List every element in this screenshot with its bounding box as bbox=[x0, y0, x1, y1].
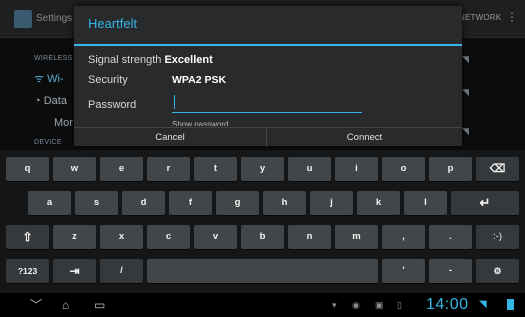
key-n[interactable]: n bbox=[288, 225, 331, 249]
key-j[interactable]: j bbox=[310, 191, 353, 215]
text-cursor bbox=[174, 95, 175, 109]
notification-icon: ▾ bbox=[332, 300, 337, 310]
apostrophe-key[interactable]: ' bbox=[382, 259, 425, 283]
key-f[interactable]: f bbox=[169, 191, 212, 215]
security-value: WPA2 PSK bbox=[172, 74, 227, 86]
spacebar[interactable] bbox=[147, 259, 378, 283]
signal-strength-value: Excellent bbox=[164, 54, 213, 66]
tab-key[interactable]: ⇥ bbox=[53, 259, 96, 283]
key-a[interactable]: a bbox=[28, 191, 71, 215]
key-comma[interactable]: , bbox=[382, 225, 425, 249]
data-usage-icon: ◔ bbox=[34, 95, 44, 107]
key-d[interactable]: d bbox=[122, 191, 165, 215]
battery-icon bbox=[507, 299, 514, 310]
key-k[interactable]: k bbox=[357, 191, 400, 215]
key-i[interactable]: i bbox=[335, 157, 378, 181]
hyphen-key[interactable]: - bbox=[429, 259, 472, 283]
status-icon: ◉ bbox=[352, 300, 360, 310]
settings-item-wifi-label: Wi- bbox=[47, 73, 64, 85]
network-tab-label[interactable]: NETWORK bbox=[459, 13, 501, 22]
settings-app-icon[interactable] bbox=[14, 10, 32, 28]
dialog-title: Heartfelt bbox=[88, 16, 138, 31]
soft-keyboard: q w e r t y u i o p ⌫ a s d f g h j k l … bbox=[0, 150, 525, 293]
overflow-menu-icon[interactable]: ⋮ bbox=[506, 10, 518, 24]
download-notification-icon: ▯ bbox=[397, 300, 402, 310]
recents-icon[interactable]: ▭ bbox=[94, 298, 105, 312]
dialog-title-divider bbox=[74, 44, 462, 46]
signal-strength-label: Signal strength bbox=[88, 54, 162, 66]
enter-key[interactable]: ↵ bbox=[451, 191, 519, 215]
key-s[interactable]: s bbox=[75, 191, 118, 215]
keyboard-settings-key[interactable]: ⚙ bbox=[476, 259, 519, 283]
image-notification-icon: ▣ bbox=[375, 300, 384, 310]
settings-title: Settings bbox=[36, 13, 73, 24]
key-g[interactable]: g bbox=[216, 191, 259, 215]
key-m[interactable]: m bbox=[335, 225, 378, 249]
settings-item-data-label: Data bbox=[43, 95, 67, 107]
wifi-status-icon: ◥ bbox=[479, 299, 487, 310]
key-q[interactable]: q bbox=[6, 157, 49, 181]
clock[interactable]: 14:00 bbox=[426, 296, 469, 314]
key-h[interactable]: h bbox=[263, 191, 306, 215]
security-label: Security bbox=[88, 74, 128, 86]
network-signal-icon[interactable]: ◥ bbox=[462, 87, 469, 98]
show-password-checkbox[interactable]: Show password bbox=[172, 120, 228, 126]
key-p[interactable]: p bbox=[429, 157, 472, 181]
chevron-down-icon[interactable]: ﹀ bbox=[30, 298, 42, 312]
section-header-device: DEVICE bbox=[34, 139, 62, 146]
smiley-key[interactable]: :-) bbox=[476, 225, 519, 249]
settings-item-wifi[interactable]: ᯤ Wi- bbox=[34, 71, 64, 86]
symbols-key[interactable]: ?123 bbox=[6, 259, 49, 283]
connect-button[interactable]: Connect bbox=[268, 128, 461, 147]
key-u[interactable]: u bbox=[288, 157, 331, 181]
password-label: Password bbox=[88, 99, 137, 111]
network-signal-icon[interactable]: ◥ bbox=[462, 54, 469, 65]
home-icon[interactable]: ⌂ bbox=[62, 298, 69, 312]
delete-key[interactable]: ⌫ bbox=[476, 157, 519, 181]
network-signal-icon[interactable]: ◥ bbox=[462, 126, 469, 137]
slash-key[interactable]: / bbox=[100, 259, 143, 283]
system-bar: ﹀ ⌂ ▭ ▾ ◉ ▣ ▯ 14:00 ◥ bbox=[0, 293, 525, 317]
wifi-connect-dialog: Heartfelt Signal strength Excellent Secu… bbox=[74, 6, 462, 147]
settings-item-data[interactable]: ◔ Data bbox=[34, 95, 67, 107]
settings-item-more[interactable]: Mor bbox=[54, 117, 73, 129]
key-y[interactable]: y bbox=[241, 157, 284, 181]
key-b[interactable]: b bbox=[241, 225, 284, 249]
section-header-wireless: WIRELESS bbox=[34, 55, 73, 62]
key-t[interactable]: t bbox=[194, 157, 237, 181]
key-x[interactable]: x bbox=[100, 225, 143, 249]
key-l[interactable]: l bbox=[404, 191, 447, 215]
wifi-icon: ᯤ bbox=[34, 73, 48, 85]
key-r[interactable]: r bbox=[147, 157, 190, 181]
key-w[interactable]: w bbox=[53, 157, 96, 181]
key-z[interactable]: z bbox=[53, 225, 96, 249]
cancel-button[interactable]: Cancel bbox=[74, 128, 267, 147]
shift-key[interactable]: ⇧ bbox=[6, 225, 49, 249]
key-e[interactable]: e bbox=[100, 157, 143, 181]
signal-strength-row: Signal strength Excellent bbox=[88, 54, 213, 66]
password-input[interactable] bbox=[172, 89, 362, 113]
key-c[interactable]: c bbox=[147, 225, 190, 249]
dialog-button-bar: Cancel Connect bbox=[74, 127, 462, 147]
key-period[interactable]: . bbox=[429, 225, 472, 249]
key-v[interactable]: v bbox=[194, 225, 237, 249]
key-o[interactable]: o bbox=[382, 157, 425, 181]
